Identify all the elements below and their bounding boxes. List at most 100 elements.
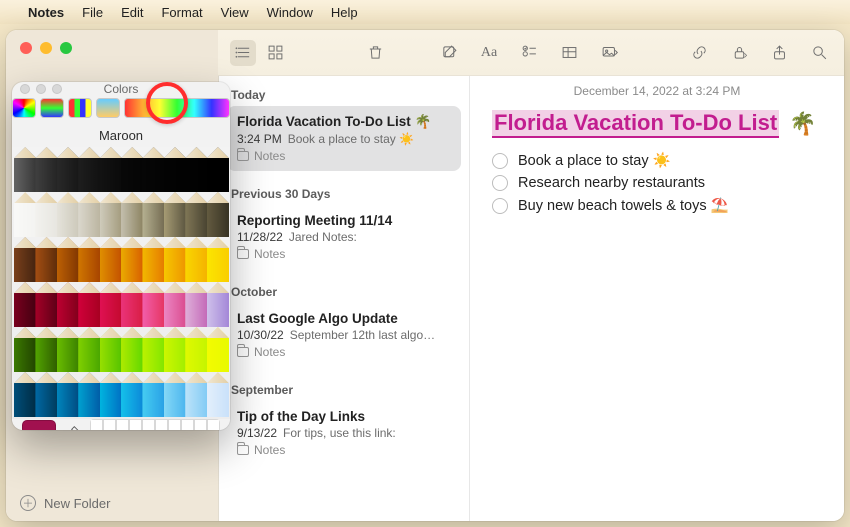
pencil-color[interactable] xyxy=(142,327,164,372)
pencil-color[interactable] xyxy=(207,327,229,372)
pencil-color[interactable] xyxy=(164,237,186,282)
minimize-window-button[interactable] xyxy=(40,42,52,54)
checklist[interactable]: Book a place to stay ☀️ Research nearby r… xyxy=(492,152,822,214)
pencil-color[interactable] xyxy=(100,192,122,237)
menu-help[interactable]: Help xyxy=(331,5,358,20)
trash-icon[interactable] xyxy=(362,40,388,66)
font-icon[interactable]: Aa xyxy=(476,40,502,66)
pencil-color[interactable] xyxy=(100,147,122,192)
note-list-item[interactable]: Florida Vacation To-Do List 🌴 3:24 PMBoo… xyxy=(227,106,461,171)
pencil-color[interactable] xyxy=(142,372,164,417)
swatch-cell[interactable] xyxy=(207,419,220,430)
pencil-color[interactable] xyxy=(57,237,79,282)
pencil-color[interactable] xyxy=(57,372,79,417)
pencil-color[interactable] xyxy=(57,327,79,372)
menu-format[interactable]: Format xyxy=(161,5,202,20)
pencil-color[interactable] xyxy=(207,282,229,327)
note-list-item[interactable]: Tip of the Day Links 9/13/22For tips, us… xyxy=(227,401,461,465)
swatch-cell[interactable] xyxy=(129,419,142,430)
pencil-color[interactable] xyxy=(100,372,122,417)
pencil-color[interactable] xyxy=(164,282,186,327)
new-folder-button[interactable]: ＋ New Folder xyxy=(6,485,218,521)
pencil-color[interactable] xyxy=(14,237,36,282)
color-sliders-tab[interactable] xyxy=(40,98,64,118)
app-menu[interactable]: Notes xyxy=(28,5,64,20)
checklist-item[interactable]: Book a place to stay ☀️ xyxy=(492,152,822,169)
pencil-color[interactable] xyxy=(164,372,186,417)
panel-zoom-button[interactable] xyxy=(52,84,62,94)
pencil-color[interactable] xyxy=(35,282,57,327)
close-window-button[interactable] xyxy=(20,42,32,54)
pencil-color[interactable] xyxy=(207,237,229,282)
checklist-item[interactable]: Buy new beach towels & toys ⛱️ xyxy=(492,197,822,214)
pencil-color[interactable] xyxy=(121,372,143,417)
pencil-color[interactable] xyxy=(100,282,122,327)
menu-window[interactable]: Window xyxy=(267,5,313,20)
pencil-color[interactable] xyxy=(35,147,57,192)
pencil-color[interactable] xyxy=(121,147,143,192)
view-list-icon[interactable] xyxy=(230,40,256,66)
pencil-color[interactable] xyxy=(142,147,164,192)
checklist-icon[interactable] xyxy=(516,40,542,66)
swatch-cell[interactable] xyxy=(168,419,181,430)
swatch-cell[interactable] xyxy=(194,419,207,430)
pencil-color[interactable] xyxy=(164,192,186,237)
lock-icon[interactable] xyxy=(726,40,752,66)
pencil-color[interactable] xyxy=(14,372,36,417)
checkbox-icon[interactable] xyxy=(492,175,508,191)
pencil-color[interactable] xyxy=(185,372,207,417)
pencil-color[interactable] xyxy=(207,192,229,237)
eyedropper-icon[interactable] xyxy=(64,423,82,430)
view-grid-icon[interactable] xyxy=(262,40,288,66)
color-palettes-tab[interactable] xyxy=(68,98,92,118)
pencil-color[interactable] xyxy=(142,192,164,237)
pencil-color[interactable] xyxy=(207,372,229,417)
pencil-color[interactable] xyxy=(185,147,207,192)
pencil-color[interactable] xyxy=(14,282,36,327)
pencil-color[interactable] xyxy=(57,192,79,237)
pencil-color[interactable] xyxy=(35,327,57,372)
pencil-color[interactable] xyxy=(185,327,207,372)
pencil-color[interactable] xyxy=(185,282,207,327)
pencil-color[interactable] xyxy=(207,147,229,192)
pencil-color[interactable] xyxy=(121,237,143,282)
pencil-color[interactable] xyxy=(100,237,122,282)
pencil-color[interactable] xyxy=(164,327,186,372)
image-palettes-tab[interactable] xyxy=(96,98,120,118)
pencil-color[interactable] xyxy=(35,372,57,417)
pencil-color[interactable] xyxy=(14,192,36,237)
pencil-color[interactable] xyxy=(14,147,36,192)
table-icon[interactable] xyxy=(556,40,582,66)
pencil-color[interactable] xyxy=(78,327,100,372)
note-list-item[interactable]: Last Google Algo Update 10/30/22Septembe… xyxy=(227,303,461,367)
pencil-color[interactable] xyxy=(78,372,100,417)
link-icon[interactable] xyxy=(686,40,712,66)
compose-icon[interactable] xyxy=(436,40,462,66)
pencil-color[interactable] xyxy=(185,192,207,237)
pencil-color[interactable] xyxy=(121,327,143,372)
pencil-color[interactable] xyxy=(142,282,164,327)
saved-swatches[interactable] xyxy=(90,419,220,430)
pencil-color[interactable] xyxy=(14,327,36,372)
swatch-cell[interactable] xyxy=(155,419,168,430)
panel-minimize-button[interactable] xyxy=(36,84,46,94)
pencil-color[interactable] xyxy=(121,192,143,237)
share-icon[interactable] xyxy=(766,40,792,66)
menu-view[interactable]: View xyxy=(221,5,249,20)
pencil-color[interactable] xyxy=(164,147,186,192)
media-icon[interactable] xyxy=(596,40,622,66)
menu-file[interactable]: File xyxy=(82,5,103,20)
note-list-item[interactable]: Reporting Meeting 11/14 11/28/22Jared No… xyxy=(227,205,461,269)
menu-edit[interactable]: Edit xyxy=(121,5,143,20)
swatch-cell[interactable] xyxy=(116,419,129,430)
pencil-color[interactable] xyxy=(100,327,122,372)
zoom-window-button[interactable] xyxy=(60,42,72,54)
search-icon[interactable] xyxy=(806,40,832,66)
current-color-swatch[interactable] xyxy=(22,420,56,430)
pencil-color[interactable] xyxy=(78,147,100,192)
pencil-color[interactable] xyxy=(185,237,207,282)
checklist-item[interactable]: Research nearby restaurants xyxy=(492,175,822,191)
pencil-color[interactable] xyxy=(35,192,57,237)
color-wheel-tab[interactable] xyxy=(12,98,36,118)
pencil-color[interactable] xyxy=(78,237,100,282)
